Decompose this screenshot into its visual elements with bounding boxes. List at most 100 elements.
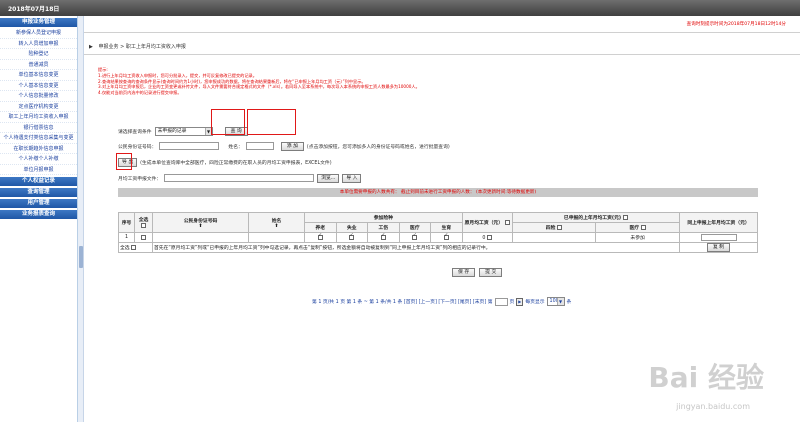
search-row: 公民身份证号码： 姓名： 添 加 (点击添加按钮，您可添加多人的身份证号码或姓名… <box>118 141 450 151</box>
per-page-suffix: 条 <box>566 300 572 305</box>
insure-check <box>380 233 386 240</box>
col-insure: 参加险种 <box>304 212 463 223</box>
system-date: 2018年07月18日 <box>8 6 60 13</box>
sidebar-item[interactable]: 转入人员增加申报 <box>0 39 77 49</box>
copy-button[interactable]: 复 制 <box>706 243 731 252</box>
sidebar-item[interactable]: 个人待遇支付类信息采集与变更 <box>0 133 77 144</box>
row-select-cell <box>134 232 153 243</box>
avg-wage-checkbox[interactable] <box>504 220 510 225</box>
col-last-year: 同上申报上年月均工资（元） <box>679 212 758 233</box>
id-number-input[interactable] <box>159 142 220 150</box>
declared-checkbox[interactable] <box>622 215 628 220</box>
sidebar-item[interactable]: 个人信息批量修改 <box>0 91 77 102</box>
breadcrumb-arrow-icon: ▶ <box>89 44 93 50</box>
four-insure-checkbox[interactable] <box>557 225 563 230</box>
row-insure <box>367 232 400 243</box>
query-condition-select[interactable]: 未申报的记录 ▼ <box>154 126 213 136</box>
import-file-input[interactable] <box>164 174 315 182</box>
medical-checkbox[interactable] <box>640 225 646 230</box>
sidebar-item[interactable]: 定点医疗机构变更 <box>0 102 77 112</box>
action-buttons: 保 存 提 交 <box>452 268 503 277</box>
sidebar-item[interactable]: 在职长期趋外信息申报 <box>0 144 77 154</box>
breadcrumb: ▶ 申报业务 > 职工上年月均工资收入申报 <box>89 43 186 50</box>
add-button[interactable]: 添 加 <box>280 141 304 151</box>
row-four-insure <box>511 232 597 243</box>
sidebar-item[interactable]: 个人基本信息变更 <box>0 81 77 91</box>
sidebar-item[interactable]: 新参保人员登记申报 <box>0 28 77 39</box>
top-bar: 2018年07月18日 <box>0 0 800 16</box>
last-year-wage-input[interactable] <box>700 234 737 241</box>
sort-up-icon[interactable]: ⬆ <box>154 224 247 229</box>
go-icon[interactable]: ▶ <box>516 297 524 306</box>
sidebar-item[interactable]: 险种登记 <box>0 49 77 60</box>
insure-check <box>412 233 418 240</box>
name-input[interactable] <box>245 142 274 150</box>
sidebar-item[interactable]: 职工上年月均工资收入申报 <box>0 112 77 123</box>
page-number-input[interactable] <box>494 297 508 306</box>
col-id: 公民身份证号码 ⬆ <box>152 212 249 233</box>
divider <box>84 54 800 55</box>
breadcrumb-root[interactable]: 申报业务 <box>98 44 118 50</box>
sidebar-item[interactable]: 个人补缴个人补缴 <box>0 154 77 165</box>
col-select: 全选 <box>134 212 153 233</box>
sidebar-item[interactable]: 单位基本信息变更 <box>0 70 77 81</box>
sidebar: 申报业务管理 新参保人员登记申报 转入人员增加申报 险种登记 普通减员 单位基本信息变更个… <box>0 16 78 422</box>
breadcrumb-current: 职工上年月均工资收入申报 <box>125 44 186 50</box>
footer-select-all: 全选 <box>118 242 153 253</box>
chevron-down-icon[interactable]: ▼ <box>556 298 564 305</box>
sidebar-section-header[interactable]: 申报业务管理 <box>0 18 77 27</box>
row-avg-wage: 0 <box>461 232 513 243</box>
footer-note: 首先在“原月均工资”列或“已申报的上年月均工资”列中勾选记录，再点击“复制”按钮… <box>152 242 680 253</box>
insure-type: 医疗 <box>398 222 432 233</box>
highlight-box <box>247 109 296 135</box>
insure-type: 养老 <box>304 222 337 233</box>
save-button[interactable]: 保 存 <box>452 268 476 277</box>
name-header: 姓名 <box>271 218 282 224</box>
row-avg-checkbox[interactable] <box>486 234 492 240</box>
row-last-year <box>679 232 758 243</box>
declared-sub-label: 四险 <box>545 226 556 231</box>
row-insure <box>335 232 369 243</box>
row-insure <box>304 232 337 243</box>
browse-button[interactable]: 浏览... <box>317 173 340 183</box>
id-label: 公民身份证号码： <box>118 144 157 150</box>
sidebar-section-header[interactable]: 用户管理 <box>0 199 77 208</box>
divider <box>84 32 800 33</box>
avg-wage-header: 原月均工资（元） <box>464 221 504 226</box>
sidebar-section-header[interactable]: 查询管理 <box>0 188 77 197</box>
highlight-box <box>211 109 245 135</box>
name-label: 姓名： <box>228 144 243 150</box>
splitter-grip[interactable] <box>79 246 83 268</box>
sidebar-section-header[interactable]: 业务报表查询 <box>0 210 77 219</box>
export-row: 导 出 (生成本单位查询库中全部医疗，四险正常缴费的在职人员的月均工资申报表，E… <box>118 157 332 167</box>
declared-sub: 四险 <box>511 222 597 233</box>
export-hint: (生成本单位查询库中全部医疗，四险正常缴费的在职人员的月均工资申报表，EXCEL… <box>140 160 332 166</box>
pager-text[interactable]: 第 1 页/共 1 页 第 1 条 ~ 第 1 条/共 1 条 [首页] [上一… <box>312 298 493 305</box>
table-row[interactable]: 1 0 未参加 <box>118 232 758 243</box>
row-id <box>152 232 249 243</box>
select-all-checkbox[interactable] <box>141 223 146 228</box>
insure-type: 工伤 <box>367 222 400 233</box>
id-header: 公民身份证号码 <box>183 218 218 224</box>
sort-up-icon[interactable]: ⬆ <box>250 224 303 229</box>
declared-sub: 医疗 <box>595 222 680 233</box>
row-insure <box>398 232 432 243</box>
add-hint: (点击添加按钮，您可添加多人的身份证号码或姓名，进行批量查询) <box>306 144 450 150</box>
sidebar-item[interactable]: 银行借票信息 <box>0 123 77 133</box>
sidebar-section-header[interactable]: 个人权益记录 <box>0 177 77 186</box>
col-declared: 已申报的上年月均工资(元) <box>511 212 681 223</box>
sidebar-item[interactable]: 单位月报申报 <box>0 165 77 175</box>
footer-select-all-checkbox[interactable] <box>131 245 137 250</box>
breadcrumb-separator: > <box>120 44 125 50</box>
col-name: 姓名 ⬆ <box>248 212 305 233</box>
per-page-select[interactable]: 100 ▼ <box>546 297 565 306</box>
import-row: 月均工资申报文件： 浏览... 导 入 <box>118 173 362 183</box>
status-message: 查询时刻提示时间为2018年07月18日12时14分 <box>686 22 786 27</box>
sidebar-item[interactable]: 普通减员 <box>0 60 77 70</box>
submit-button[interactable]: 提 交 <box>479 268 503 277</box>
insure-check <box>317 233 323 240</box>
row-status: 未参加 <box>595 232 680 243</box>
row-checkbox[interactable] <box>141 234 146 240</box>
import-button[interactable]: 导 入 <box>342 173 362 183</box>
warning-bar: 本单位需要申报的人数共有： 截止到目前未进行工资申报的人数： (本次更新时间:等… <box>118 188 758 197</box>
